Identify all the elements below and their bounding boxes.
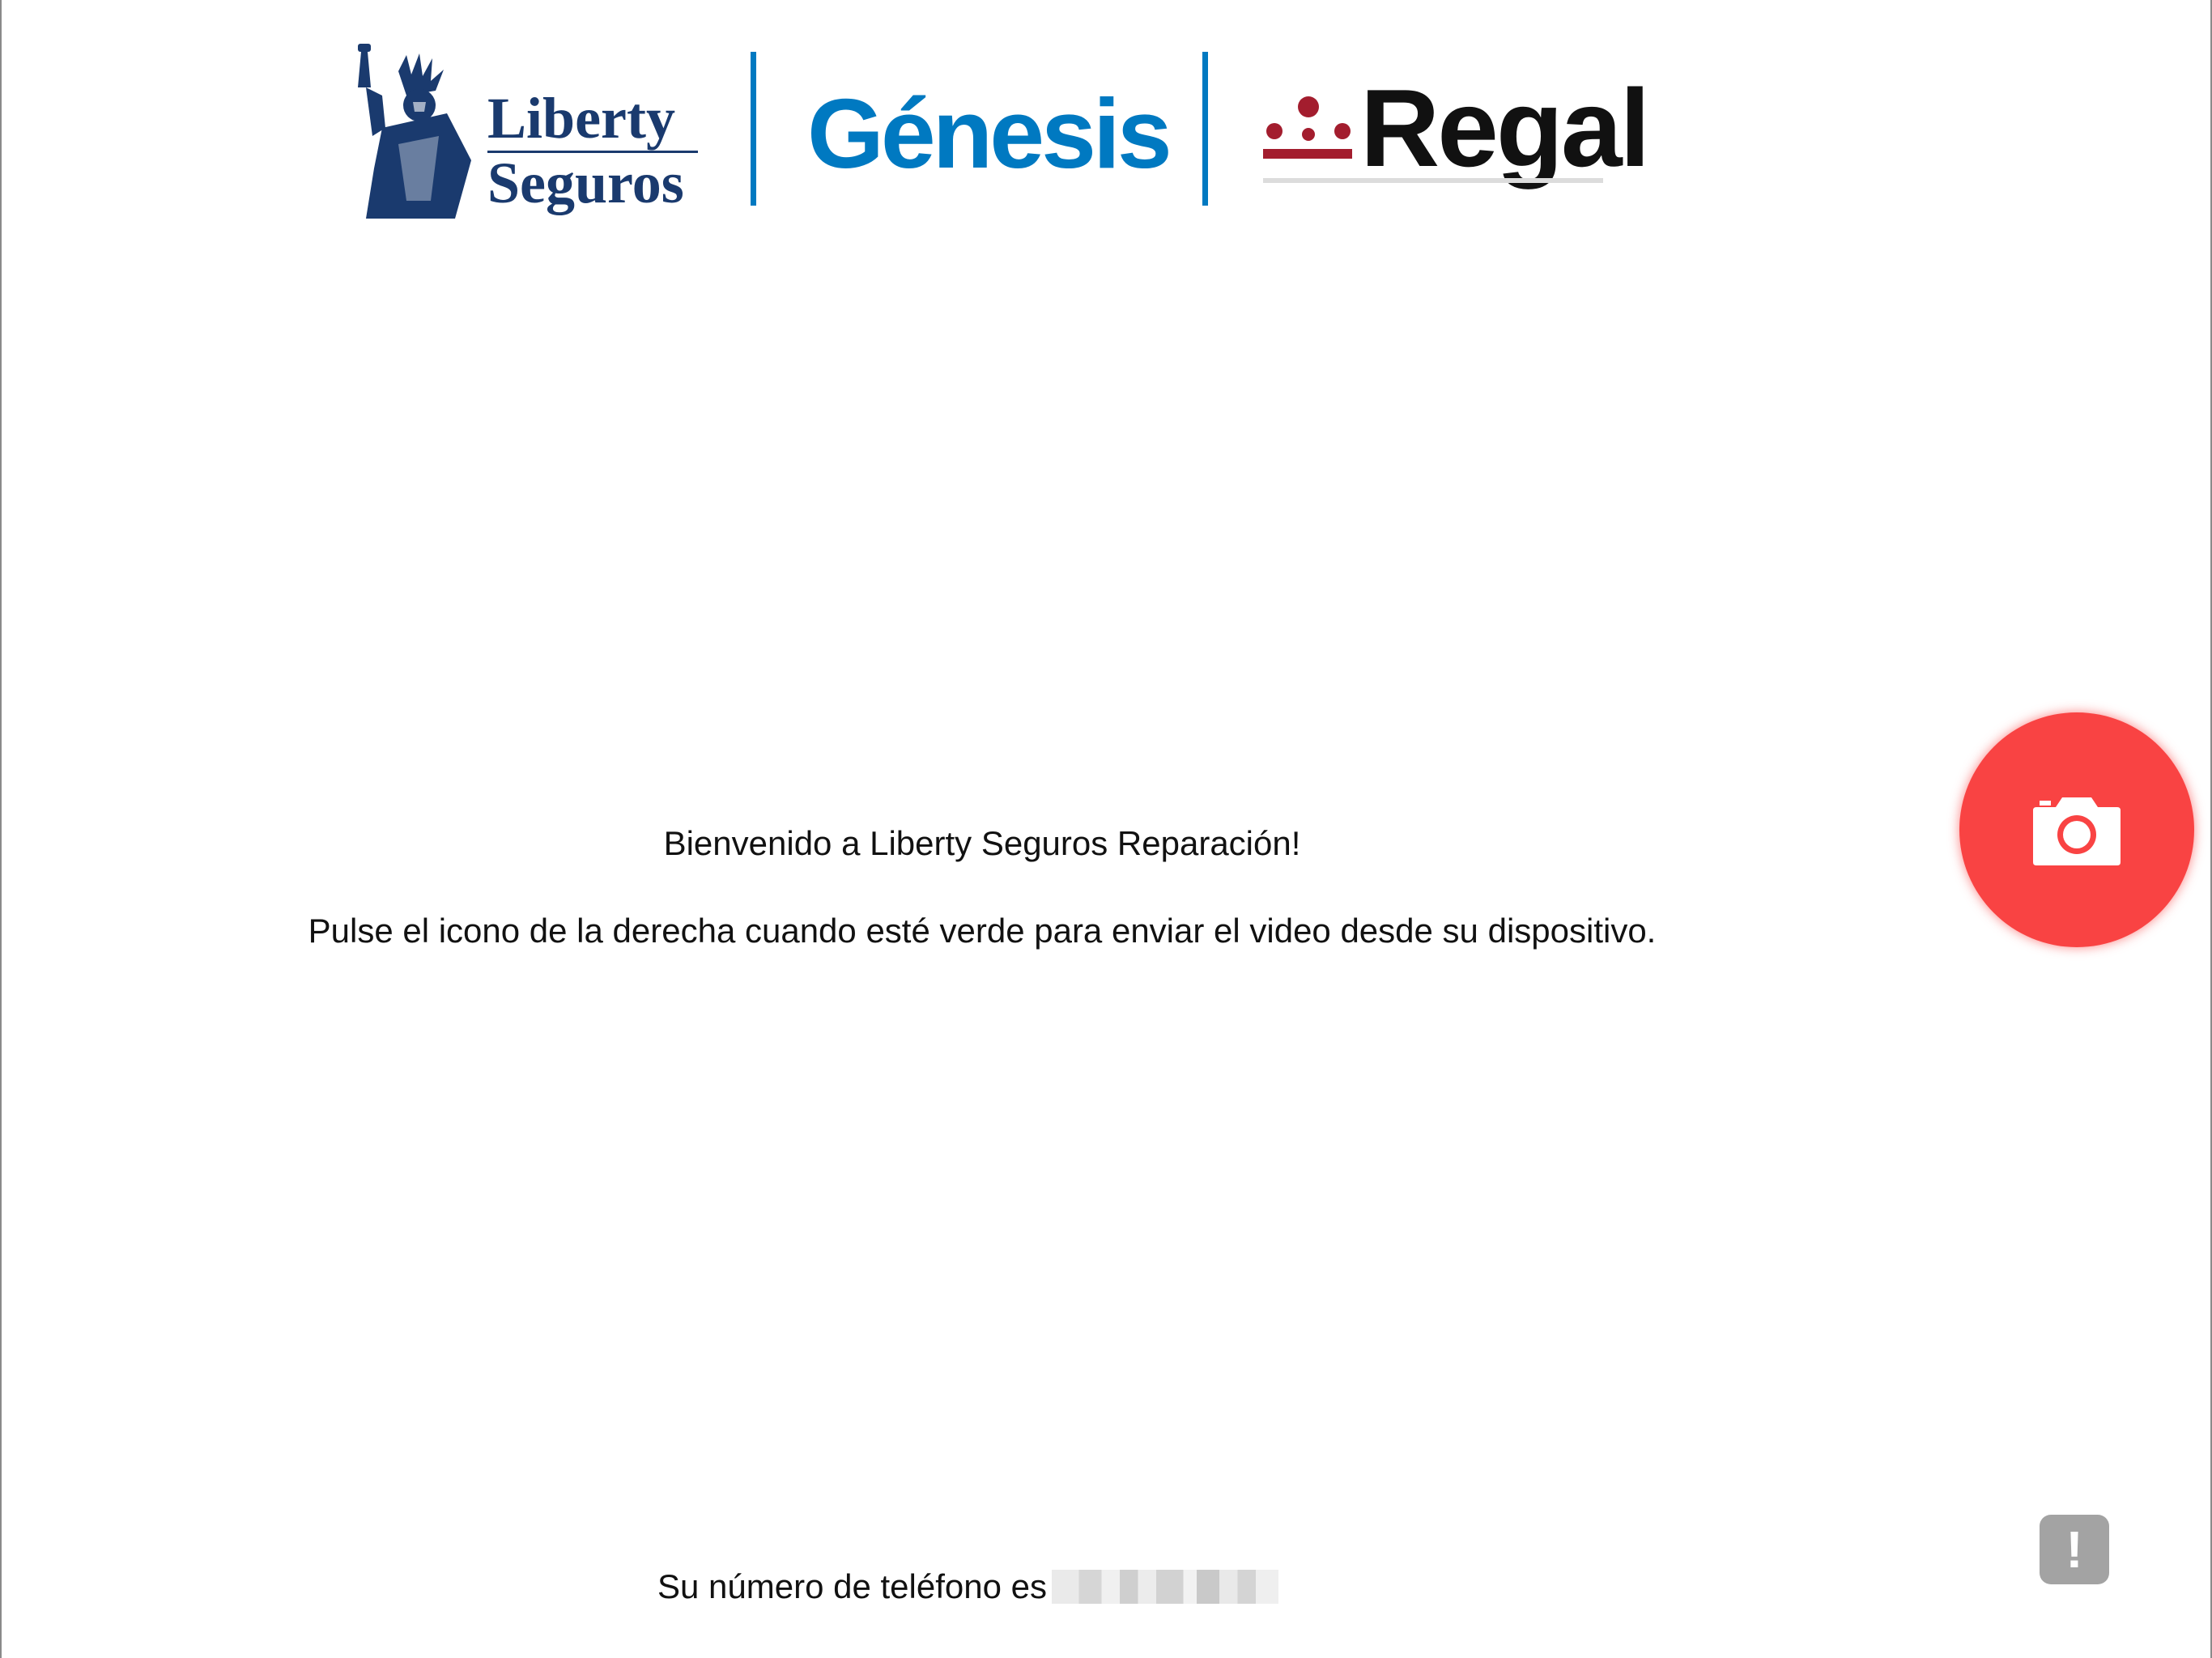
phone-value-redacted: redacted-number	[1052, 1570, 1278, 1604]
app-screen: Liberty Seguros Génesis Regal Bienvenido…	[0, 0, 2212, 1658]
phone-label: Su número de teléfono es	[657, 1567, 1047, 1605]
camera-icon	[2033, 797, 2121, 865]
alert-button[interactable]: !	[2040, 1515, 2109, 1584]
welcome-message: Bienvenido a Liberty Seguros Reparación!	[663, 824, 1301, 862]
liberty-word: Liberty	[487, 86, 675, 151]
brand-logos: Liberty Seguros Génesis Regal	[350, 32, 1650, 219]
statue-of-liberty-icon	[358, 44, 471, 219]
regal-dots-icon	[1263, 96, 1352, 159]
seguros-word: Seguros	[487, 151, 684, 215]
regal-logo: Regal	[1263, 71, 1650, 193]
liberty-divider-rule	[487, 151, 698, 153]
camera-button[interactable]	[1959, 712, 2194, 947]
regal-wordmark: Regal	[1360, 66, 1650, 189]
regal-underline	[1263, 178, 1603, 183]
liberty-seguros-logo: Liberty Seguros	[350, 39, 706, 219]
logo-separator	[751, 52, 756, 206]
logo-separator	[1202, 52, 1208, 206]
instructions-message: Pulse el icono de la derecha cuando esté…	[308, 912, 1657, 950]
phone-number-line: Su número de teléfono es redacted-number	[657, 1567, 1278, 1606]
exclamation-icon: !	[2065, 1520, 2083, 1579]
genesis-logo: Génesis	[807, 79, 1172, 189]
